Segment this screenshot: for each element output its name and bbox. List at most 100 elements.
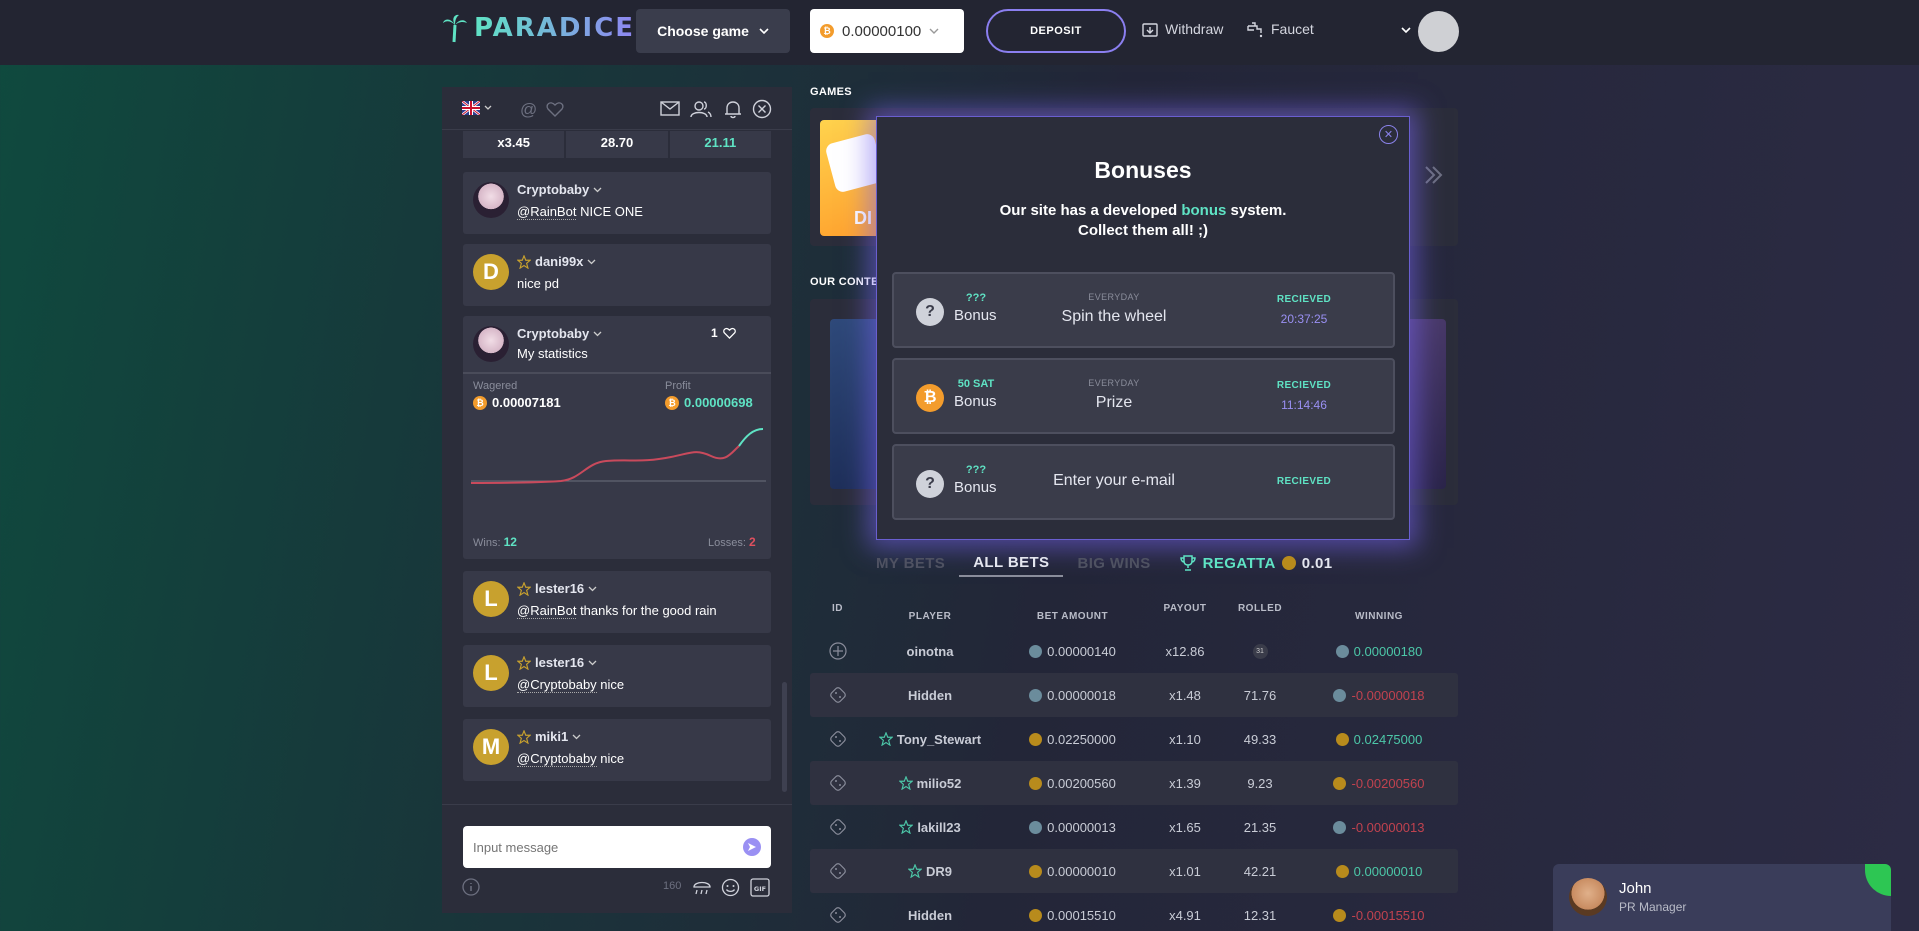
chat-message: D dani99x nice pd xyxy=(463,244,771,306)
chat-text: nice pd xyxy=(517,276,559,291)
rolled: 49.33 xyxy=(1243,731,1277,747)
tab-my-bets[interactable]: MY BETS xyxy=(876,549,959,577)
balance-selector[interactable]: ₿ 0.00000100 xyxy=(810,9,964,53)
bet-id-icon xyxy=(829,819,846,835)
question-icon: ? xyxy=(916,298,944,326)
avatar[interactable] xyxy=(473,182,509,218)
chat-username[interactable]: lester16 xyxy=(517,655,597,670)
close-icon[interactable]: ✕ xyxy=(1379,125,1398,144)
player-name[interactable]: DR9 xyxy=(865,864,995,879)
player-name[interactable]: Hidden xyxy=(865,908,995,923)
choose-game-dropdown[interactable]: Choose game xyxy=(636,9,790,53)
chevron-down-icon[interactable] xyxy=(1401,27,1411,33)
contests-heading: OUR CONTE xyxy=(810,276,879,288)
like-button[interactable]: 1 xyxy=(711,326,736,340)
send-button[interactable] xyxy=(743,838,761,856)
avatar[interactable]: L xyxy=(473,655,509,691)
bonus-card-prize[interactable]: ₿ 50 SAT Bonus EVERYDAY Prize RECIEVED 1… xyxy=(892,358,1395,434)
heart-icon[interactable] xyxy=(546,101,564,117)
mention-icon[interactable]: @ xyxy=(520,100,537,120)
chat-message: Cryptobaby @RainBot NICE ONE xyxy=(463,172,771,234)
table-row[interactable]: Hidden 0.00015510 x4.91 12.31 -0.00015510 xyxy=(810,893,1458,931)
logo[interactable]: PARADICE xyxy=(442,13,635,43)
bet-id[interactable] xyxy=(810,686,865,704)
chevron-right-icon[interactable] xyxy=(1422,164,1444,186)
bonus-label: Bonus xyxy=(954,393,997,410)
table-row[interactable]: lakill23 0.00000013 x1.65 21.35 -0.00000013 xyxy=(810,805,1458,849)
player-name[interactable]: oinotna xyxy=(865,644,995,659)
mention-link[interactable]: @Cryptobaby xyxy=(517,677,597,693)
player-name[interactable]: lakill23 xyxy=(865,820,995,835)
table-row[interactable]: milio52 0.00200560 x1.39 9.23 -0.00200560 xyxy=(810,761,1458,805)
friends-icon[interactable] xyxy=(690,100,712,118)
bet-id[interactable] xyxy=(810,774,865,792)
bonus-card-spin-wheel[interactable]: ? ??? Bonus EVERYDAY Spin the wheel RECI… xyxy=(892,272,1395,348)
deposit-button[interactable]: DEPOSIT xyxy=(986,9,1126,53)
player-name[interactable]: Hidden xyxy=(865,688,995,703)
close-icon[interactable] xyxy=(752,99,772,119)
player-name[interactable]: Tony_Stewart xyxy=(865,732,995,747)
tab-big-wins[interactable]: BIG WINS xyxy=(1063,549,1164,577)
bet-id[interactable] xyxy=(810,862,865,880)
table-row[interactable]: Hidden 0.00000018 x1.48 71.76 -0.00000018 xyxy=(810,673,1458,717)
mention-link[interactable]: @RainBot xyxy=(517,603,577,619)
bets-table: ID PLAYER BET AMOUNT PAYOUT ROLLED WINNI… xyxy=(810,603,1458,931)
avatar[interactable] xyxy=(473,326,509,362)
chat-username[interactable]: miki1 xyxy=(517,729,581,744)
user-avatar[interactable] xyxy=(1418,11,1459,52)
tab-all-bets[interactable]: ALL BETS xyxy=(959,549,1064,577)
player-name[interactable]: milio52 xyxy=(865,776,995,791)
bet-id[interactable] xyxy=(810,906,865,924)
bell-icon[interactable] xyxy=(724,100,742,119)
chat-message-statistics: Cryptobaby My statistics 1 Wagered ₿ 0.00… xyxy=(463,316,771,559)
table-row[interactable]: DR9 0.00000010 x1.01 42.21 0.00000010 xyxy=(810,849,1458,893)
avatar[interactable]: M xyxy=(473,729,509,765)
bonus-amount: ??? xyxy=(965,464,987,476)
chat-scrollbar[interactable] xyxy=(782,682,787,792)
gif-icon[interactable]: GIF xyxy=(750,878,770,897)
chat-username[interactable]: lester16 xyxy=(517,581,597,596)
faucet-link[interactable]: Faucet xyxy=(1245,20,1314,38)
modal-subtitle: Our site has a developed bonus system. C… xyxy=(999,202,1287,239)
contest-card[interactable] xyxy=(1406,319,1446,489)
top-header: PARADICE Choose game ₿ 0.00000100 DEPOSI… xyxy=(0,0,1919,65)
chevron-down-icon[interactable] xyxy=(484,105,492,110)
balance-value: 0.00000100 xyxy=(842,22,922,40)
rain-icon[interactable] xyxy=(692,878,712,896)
tab-regatta[interactable]: REGATTA 0.01 xyxy=(1165,549,1347,577)
wins-stat: Wins: 12 xyxy=(473,535,517,549)
coin-icon xyxy=(1333,908,1347,922)
bonuses-modal: ✕ Bonuses Our site has a developed bonus… xyxy=(876,116,1410,540)
table-row[interactable]: Tony_Stewart 0.02250000 x1.10 49.33 0.024750… xyxy=(810,717,1458,761)
payout: x12.86 xyxy=(1165,643,1205,659)
withdraw-link[interactable]: Withdraw xyxy=(1141,20,1223,38)
chat-username[interactable]: Cryptobaby xyxy=(517,326,602,341)
table-row[interactable]: oinotna 0.00000140 x12.86 31 0.00000180 xyxy=(810,629,1458,673)
bonus-timer: 20:37:25 xyxy=(1280,312,1328,326)
bet-id[interactable] xyxy=(810,818,865,836)
emoji-icon[interactable] xyxy=(721,878,740,897)
avatar[interactable]: D xyxy=(473,254,509,290)
avatar[interactable]: L xyxy=(473,581,509,617)
payout: x1.48 xyxy=(1169,687,1201,703)
chat-input[interactable] xyxy=(473,839,743,855)
bonus-amount: ??? xyxy=(965,292,987,304)
support-chat-widget[interactable]: John PR Manager xyxy=(1553,864,1891,931)
uk-flag-icon[interactable] xyxy=(462,101,480,115)
bonus-card-email[interactable]: ? ??? Bonus Enter your e-mail RECIEVED xyxy=(892,444,1395,520)
mail-icon[interactable] xyxy=(660,101,680,116)
bonus-frequency: EVERYDAY xyxy=(1088,378,1140,388)
chat-username[interactable]: Cryptobaby xyxy=(517,182,602,197)
info-icon[interactable] xyxy=(462,878,480,896)
coin-icon xyxy=(1029,864,1043,878)
trophy-icon xyxy=(1179,555,1196,571)
bet-id[interactable] xyxy=(810,730,865,748)
chat-username[interactable]: dani99x xyxy=(517,254,596,269)
stat-value: 28.70 xyxy=(566,131,670,158)
star-icon xyxy=(517,581,531,596)
char-count: 160 xyxy=(663,880,682,892)
bonus-label: Bonus xyxy=(954,307,997,324)
mention-link[interactable]: @Cryptobaby xyxy=(517,751,597,767)
bet-id[interactable] xyxy=(810,642,865,660)
mention-link[interactable]: @RainBot xyxy=(517,204,577,220)
